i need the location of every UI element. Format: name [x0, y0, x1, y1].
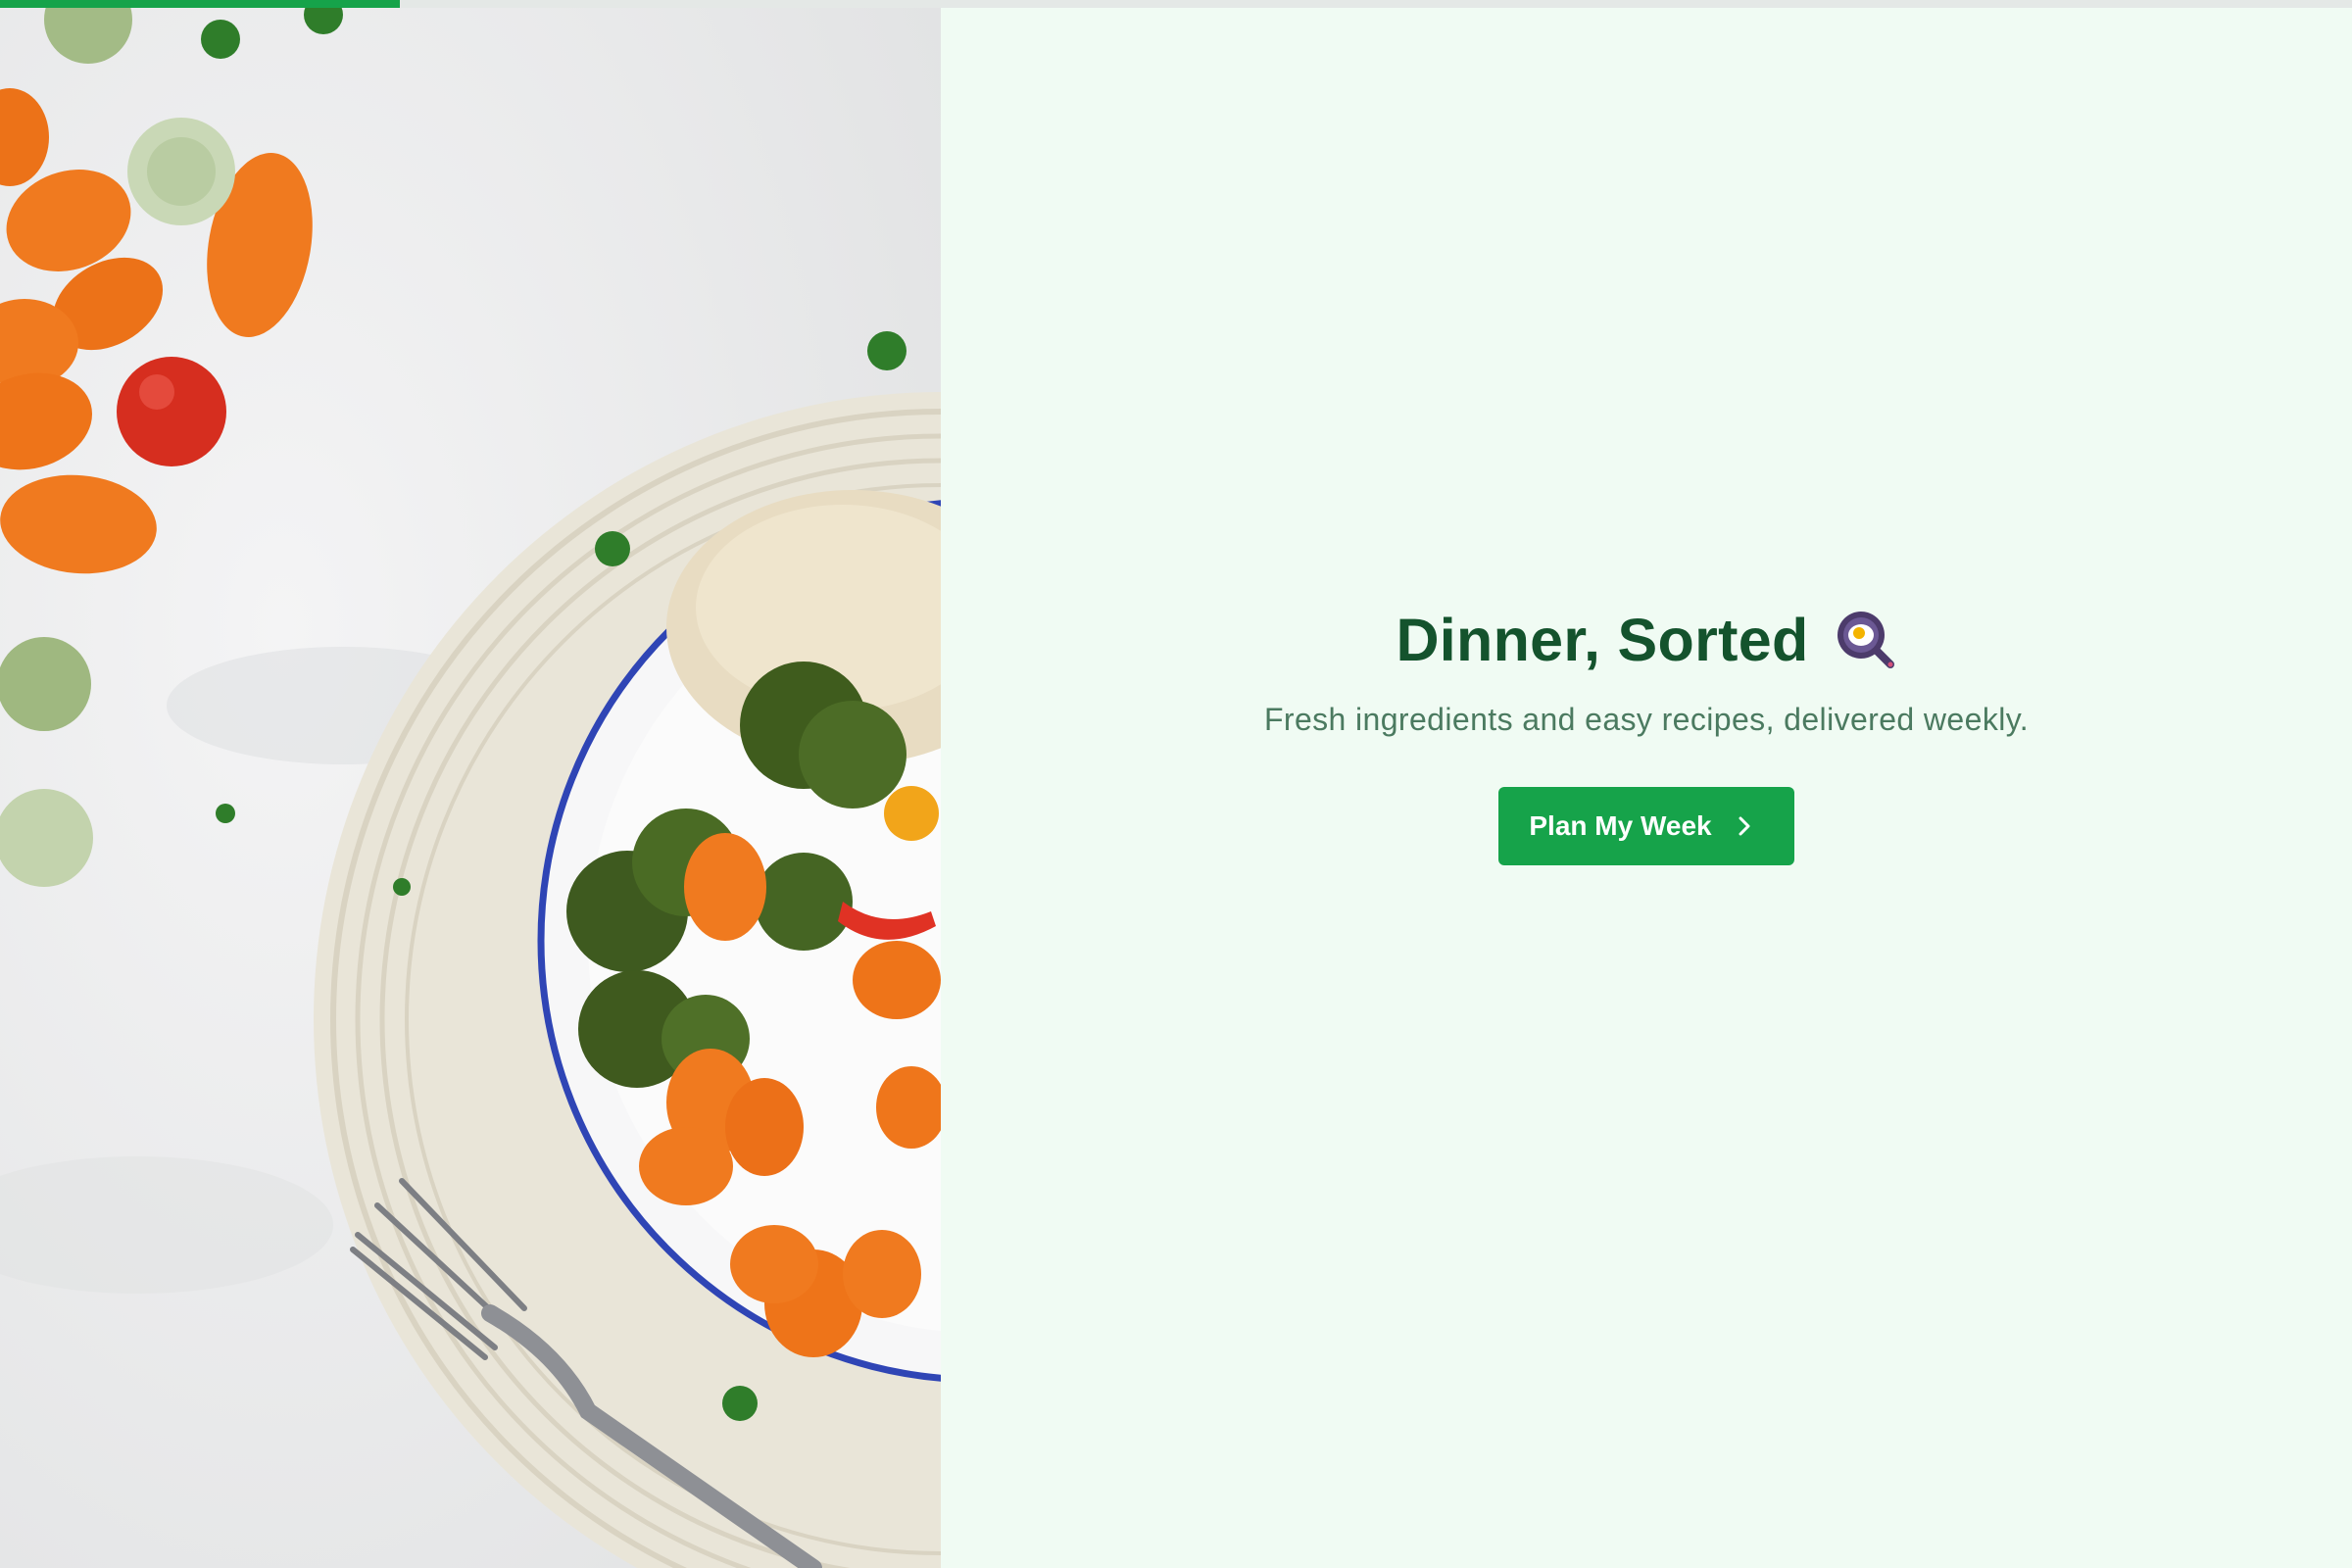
chevron-right-icon	[1739, 816, 1750, 835]
plan-my-week-button-label: Plan My Week	[1529, 809, 1712, 841]
title-row: Dinner, Sorted	[1396, 606, 1896, 674]
plan-my-week-button[interactable]: Plan My Week	[1498, 786, 1794, 865]
hero-image	[0, 0, 941, 1568]
hero-content: Dinner, Sorted Fresh ingredients and eas…	[941, 0, 2352, 1568]
frying-pan-egg-icon	[1837, 611, 1894, 668]
page-title: Dinner, Sorted	[1396, 606, 1809, 673]
progress-bar	[0, 0, 2352, 8]
page-subtitle: Fresh ingredients and easy recipes, deli…	[1263, 701, 2030, 737]
landing-page: Dinner, Sorted Fresh ingredients and eas…	[0, 0, 2352, 1568]
progress-bar-fill	[0, 0, 400, 8]
